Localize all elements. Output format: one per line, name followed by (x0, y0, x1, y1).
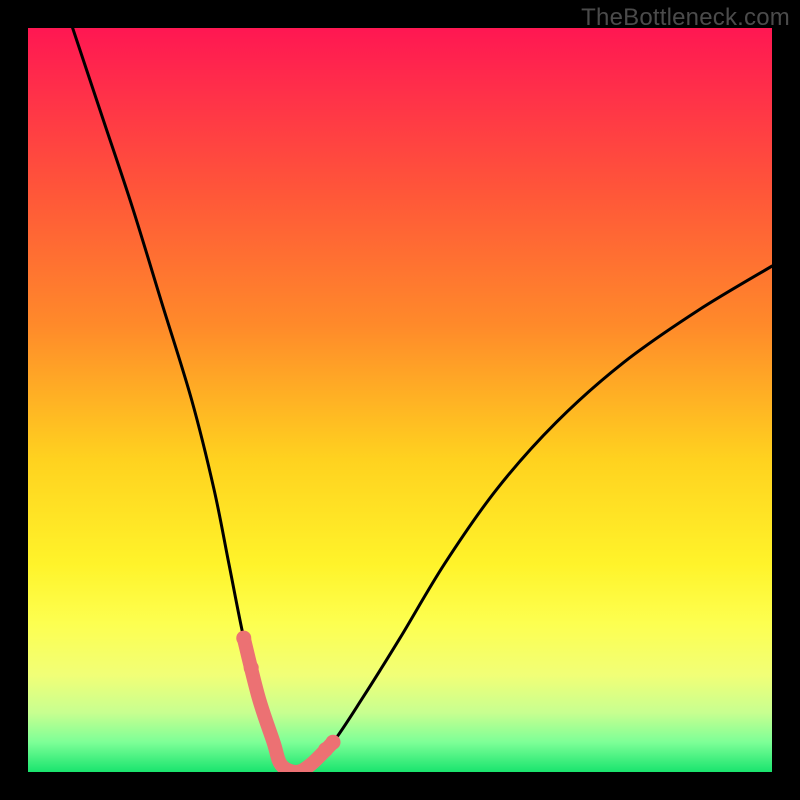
watermark-text: TheBottleneck.com (581, 4, 790, 32)
bead (236, 631, 251, 646)
bead (244, 660, 259, 675)
bottleneck-curve-path (73, 28, 772, 772)
bottleneck-chart (28, 28, 772, 772)
chart-svg (28, 28, 772, 772)
bead (326, 735, 341, 750)
